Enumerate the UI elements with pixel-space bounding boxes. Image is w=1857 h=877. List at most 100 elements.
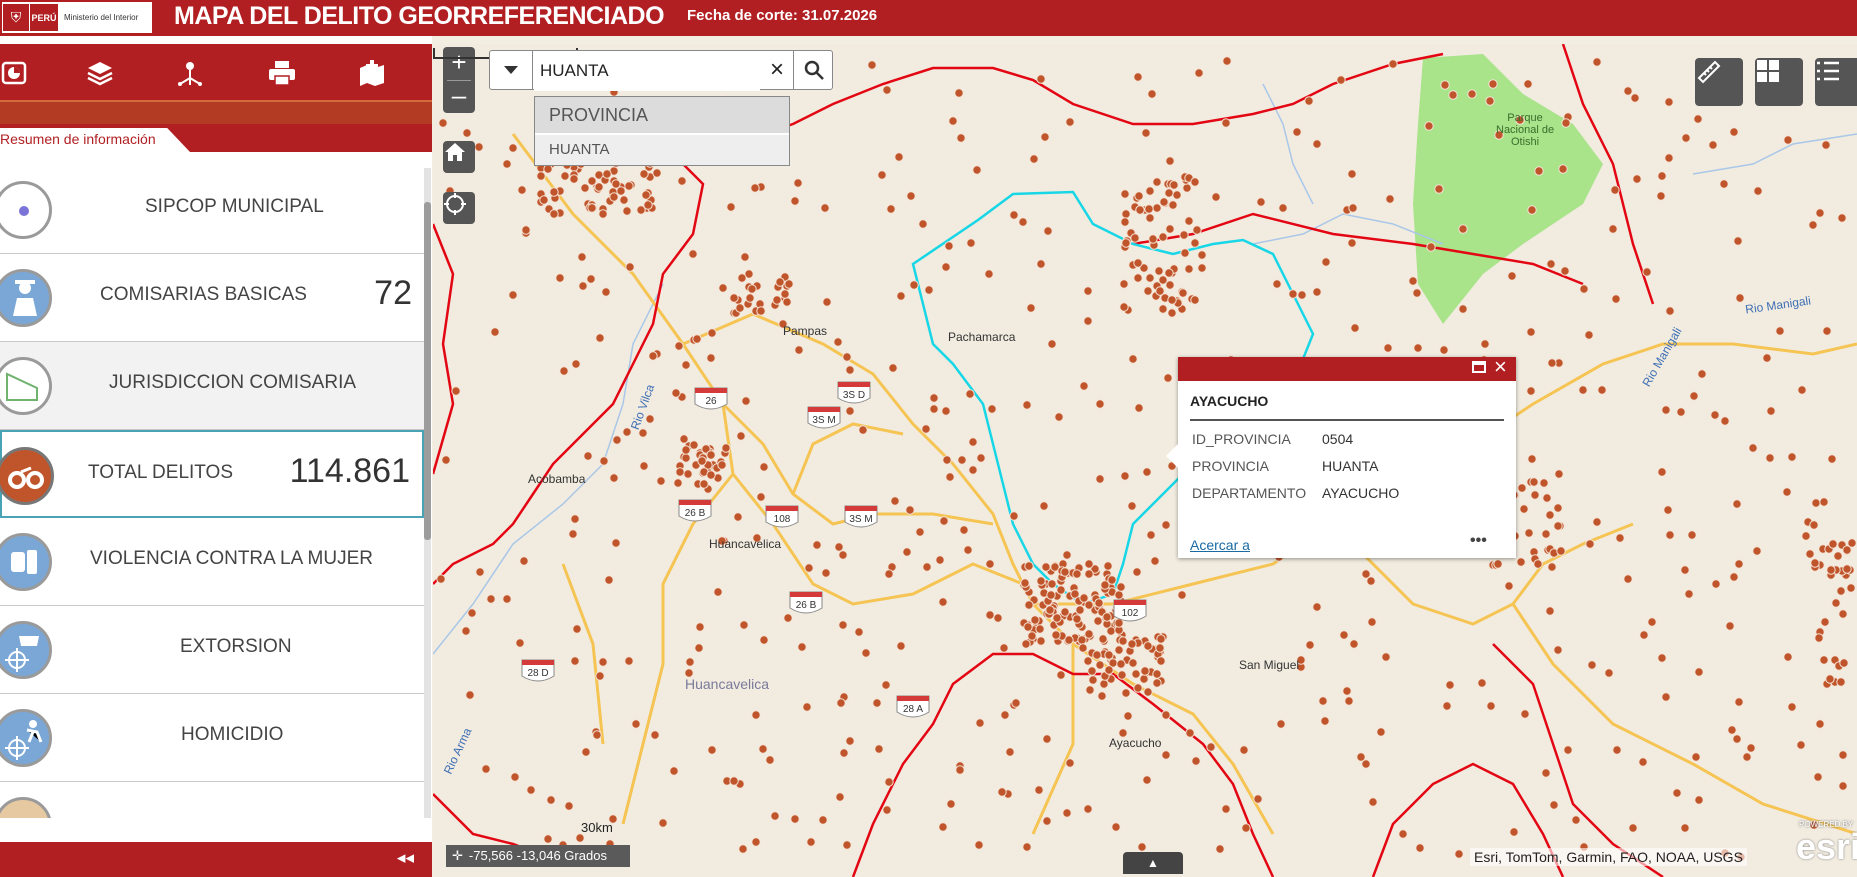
- crime-marker[interactable]: [1523, 79, 1533, 89]
- crime-marker[interactable]: [1116, 582, 1126, 592]
- crime-marker[interactable]: [1156, 656, 1166, 666]
- crime-marker[interactable]: [490, 327, 500, 337]
- search-input[interactable]: [534, 51, 760, 91]
- crime-marker[interactable]: [1842, 564, 1852, 574]
- crime-marker[interactable]: [1215, 844, 1225, 854]
- crime-marker[interactable]: [1148, 234, 1158, 244]
- crime-marker[interactable]: [1000, 710, 1010, 720]
- crime-marker[interactable]: [1178, 288, 1188, 298]
- crime-marker[interactable]: [1155, 286, 1165, 296]
- crime-marker[interactable]: [1442, 701, 1452, 711]
- crime-marker[interactable]: [718, 283, 728, 293]
- crime-marker[interactable]: [1158, 232, 1168, 242]
- crime-marker[interactable]: [1035, 624, 1045, 634]
- crime-marker[interactable]: [1657, 171, 1667, 181]
- crime-marker[interactable]: [1305, 640, 1315, 650]
- crime-marker[interactable]: [1628, 823, 1638, 833]
- crime-marker[interactable]: [1825, 674, 1835, 684]
- crime-marker[interactable]: [1604, 668, 1614, 678]
- crime-marker[interactable]: [1165, 156, 1175, 166]
- crime-marker[interactable]: [1169, 180, 1179, 190]
- crime-marker[interactable]: [1292, 127, 1302, 137]
- crime-marker[interactable]: [1190, 295, 1200, 305]
- crime-marker[interactable]: [963, 545, 973, 555]
- crime-marker[interactable]: [1539, 478, 1549, 488]
- crime-marker[interactable]: [717, 460, 727, 470]
- crime-marker[interactable]: [519, 556, 529, 566]
- crime-marker[interactable]: [1318, 696, 1328, 706]
- crime-marker[interactable]: [1821, 140, 1831, 150]
- crime-marker[interactable]: [1158, 275, 1168, 285]
- crime-marker[interactable]: [1065, 117, 1075, 127]
- crime-marker[interactable]: [641, 190, 651, 200]
- crime-marker[interactable]: [508, 143, 518, 153]
- crime-marker[interactable]: [770, 811, 780, 821]
- crime-marker[interactable]: [580, 183, 590, 193]
- crime-marker[interactable]: [1121, 688, 1131, 698]
- crime-marker[interactable]: [1036, 576, 1046, 586]
- crime-marker[interactable]: [782, 297, 792, 307]
- crime-marker[interactable]: [713, 587, 723, 597]
- crime-marker[interactable]: [1253, 794, 1263, 804]
- crime-marker[interactable]: [1809, 520, 1819, 530]
- crime-marker[interactable]: [1361, 759, 1371, 769]
- crime-marker[interactable]: [1041, 562, 1051, 572]
- crime-marker[interactable]: [546, 795, 556, 805]
- crime-marker[interactable]: [976, 453, 986, 463]
- crime-marker[interactable]: [1155, 643, 1165, 653]
- crime-marker[interactable]: [1191, 756, 1201, 766]
- crime-marker[interactable]: [1664, 97, 1674, 107]
- crime-marker[interactable]: [1056, 670, 1066, 680]
- crime-marker[interactable]: [1133, 258, 1143, 268]
- crime-marker[interactable]: [1278, 203, 1288, 213]
- crime-marker[interactable]: [894, 152, 904, 162]
- crime-marker[interactable]: [726, 202, 736, 212]
- crime-marker[interactable]: [729, 776, 739, 786]
- crime-marker[interactable]: [656, 476, 666, 486]
- crime-marker[interactable]: [1413, 343, 1423, 353]
- crime-marker[interactable]: [1833, 551, 1843, 561]
- crime-marker[interactable]: [1815, 719, 1825, 729]
- crime-marker[interactable]: [502, 159, 512, 169]
- crime-marker[interactable]: [1042, 734, 1052, 744]
- crime-marker[interactable]: [1665, 530, 1675, 540]
- crime-marker[interactable]: [1098, 634, 1108, 644]
- tab-summary[interactable]: Resumen de información: [0, 128, 190, 152]
- list-item-extorsion[interactable]: EXTORSION: [0, 606, 424, 694]
- crime-marker[interactable]: [1164, 268, 1174, 278]
- crime-marker[interactable]: [1022, 842, 1032, 852]
- crime-marker[interactable]: [1036, 636, 1046, 646]
- crime-marker[interactable]: [906, 191, 916, 201]
- crime-marker[interactable]: [1135, 205, 1145, 215]
- crime-marker[interactable]: [1725, 621, 1735, 631]
- crime-marker[interactable]: [1095, 399, 1105, 409]
- zoom-to-link[interactable]: Acercar a: [1190, 537, 1250, 553]
- crime-marker[interactable]: [1839, 658, 1849, 668]
- crime-marker[interactable]: [729, 293, 739, 303]
- crime-marker[interactable]: [1765, 453, 1775, 463]
- crime-marker[interactable]: [1288, 289, 1298, 299]
- crime-marker[interactable]: [1361, 569, 1371, 579]
- crime-marker[interactable]: [1801, 531, 1811, 541]
- crime-marker[interactable]: [1383, 343, 1393, 353]
- crime-marker[interactable]: [694, 643, 704, 653]
- crime-marker[interactable]: [625, 262, 635, 272]
- crime-marker[interactable]: [1128, 354, 1138, 364]
- crime-marker[interactable]: [1221, 118, 1231, 128]
- crime-marker[interactable]: [1623, 574, 1633, 584]
- crime-marker[interactable]: [1684, 589, 1694, 599]
- crime-marker[interactable]: [1093, 616, 1103, 626]
- crime-marker[interactable]: [1348, 203, 1358, 213]
- crime-marker[interactable]: [1734, 559, 1744, 569]
- crime-marker[interactable]: [1689, 391, 1699, 401]
- crime-marker[interactable]: [1547, 562, 1557, 572]
- crime-marker[interactable]: [1097, 691, 1107, 701]
- crime-marker[interactable]: [738, 844, 748, 854]
- crime-marker[interactable]: [577, 252, 587, 262]
- crime-marker[interactable]: [1408, 276, 1418, 286]
- crime-marker[interactable]: [942, 455, 952, 465]
- crime-marker[interactable]: [536, 171, 546, 181]
- crime-marker[interactable]: [1095, 660, 1105, 670]
- crime-marker[interactable]: [689, 440, 699, 450]
- crime-marker[interactable]: [1553, 521, 1563, 531]
